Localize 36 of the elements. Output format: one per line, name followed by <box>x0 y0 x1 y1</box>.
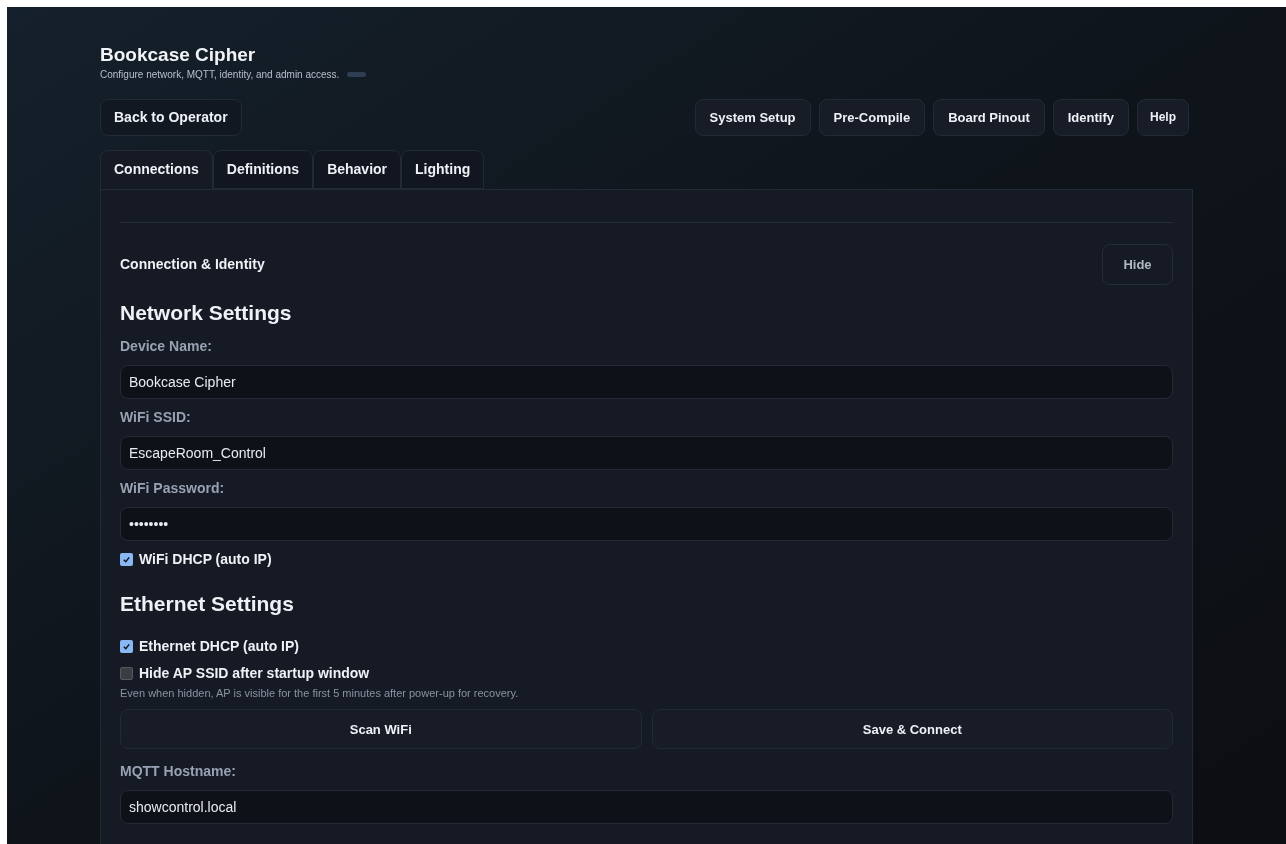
section-heading: Ethernet Settings <box>120 591 294 618</box>
help-text: Even when hidden, AP is visible for the first 5 minutes after power-up for recovery. <box>120 685 519 701</box>
toolbar-button[interactable]: System Setup <box>694 98 811 136</box>
field-label: WiFi SSID: <box>120 408 191 428</box>
field-label: MQTT Hostname: <box>120 762 236 782</box>
field-label: WiFi Password: <box>120 479 225 499</box>
checkbox-label: WiFi DHCP (auto IP) <box>139 550 272 570</box>
checkbox[interactable] <box>120 553 133 567</box>
hide-button[interactable]: Hide <box>1102 243 1173 285</box>
text-field[interactable]: EscapeRoom_Control <box>120 436 1173 471</box>
toolbar-button[interactable]: Help <box>1137 98 1189 136</box>
action-button[interactable]: Save & Connect <box>651 709 1173 750</box>
check-icon <box>122 555 131 565</box>
checkbox-label: Ethernet DHCP (auto IP) <box>139 636 299 656</box>
text-field[interactable]: showcontrol.local <box>120 790 1173 825</box>
toolbar-button[interactable]: Identify <box>1052 98 1129 136</box>
action-button[interactable]: Scan WiFi <box>120 709 642 750</box>
toolbar-button[interactable]: Pre-Compile <box>818 98 926 136</box>
section-heading: Network Settings <box>120 299 292 326</box>
tab[interactable]: Definitions <box>212 149 314 189</box>
field-label: Device Name: <box>120 337 212 357</box>
checkbox[interactable] <box>120 666 133 680</box>
card-title: Connection & Identity <box>120 254 265 274</box>
check-icon <box>122 641 131 651</box>
tab[interactable]: Lighting <box>401 149 485 189</box>
text-field[interactable]: Bookcase Cipher <box>120 365 1173 400</box>
toolbar-button[interactable]: Board Pinout <box>933 98 1045 136</box>
text-field[interactable]: •••••••• <box>120 507 1173 542</box>
page-title: Bookcase Cipher <box>100 43 256 67</box>
page-subtitle: Configure network, MQTT, identity, and admin access. <box>100 67 340 82</box>
tab[interactable]: Behavior <box>313 149 402 189</box>
checkbox-label: Hide AP SSID after startup window <box>139 663 370 683</box>
back-button[interactable]: Back to Operator <box>100 98 242 136</box>
status-pill <box>347 71 367 77</box>
tab[interactable]: Connections <box>100 149 213 189</box>
checkbox[interactable] <box>120 639 133 653</box>
